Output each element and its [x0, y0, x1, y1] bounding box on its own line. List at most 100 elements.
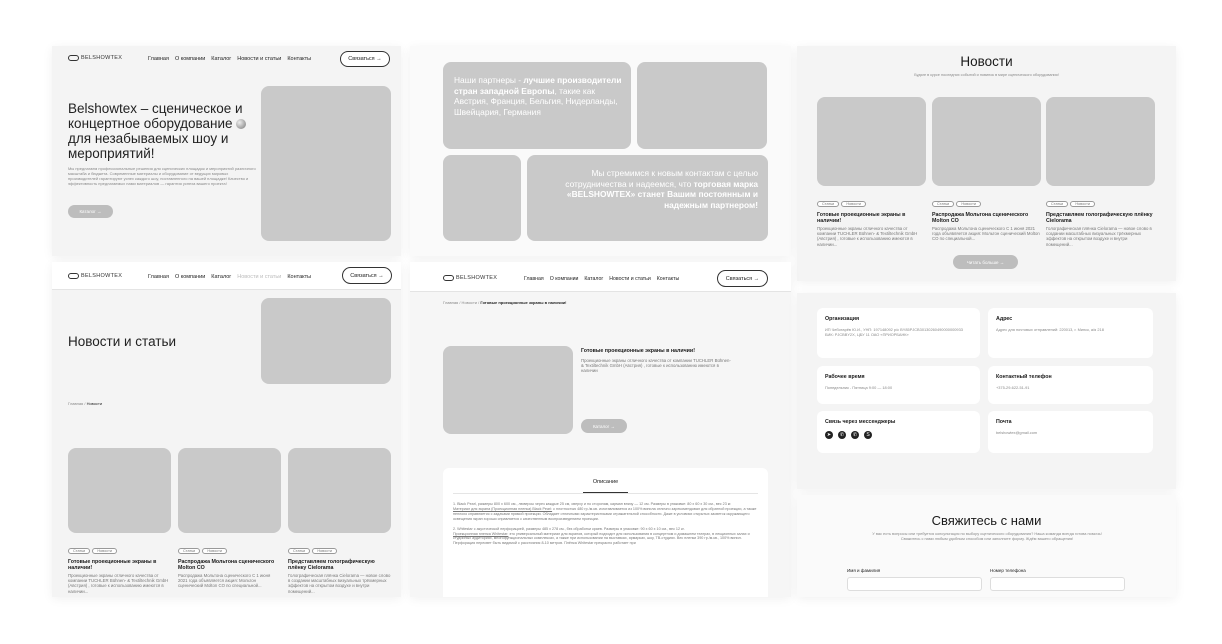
- breadcrumb: Главная / Новости / Готовые проекционные…: [443, 300, 566, 305]
- nav-contacts[interactable]: Контакты: [657, 276, 679, 282]
- viber-icon[interactable]: ✆: [838, 431, 846, 439]
- logo-icon: [443, 275, 454, 281]
- tag[interactable]: Статьи: [932, 201, 955, 207]
- form-text: У вас есть вопросы или требуется консуль…: [872, 531, 1102, 541]
- tag[interactable]: Новости: [202, 548, 228, 554]
- logo[interactable]: BELSHOWTEX: [68, 273, 122, 279]
- disco-ball-icon: [236, 119, 247, 129]
- material-link[interactable]: Материал для экрана (Проекционная пленка…: [453, 507, 552, 511]
- nav-catalog[interactable]: Каталог: [211, 274, 231, 280]
- page-banner-image: [261, 298, 391, 384]
- nav-catalog[interactable]: Каталог: [211, 56, 231, 62]
- email-link[interactable]: belshowtex@gmail.com: [996, 430, 1145, 436]
- tag[interactable]: Статьи: [68, 548, 91, 554]
- description-text: 1. Black Pearl, размеры 800 х 600 см., л…: [453, 502, 757, 546]
- hero-image: [261, 86, 391, 241]
- tab-description[interactable]: Описание: [443, 479, 768, 485]
- read-more-button[interactable]: Читать больше →: [953, 255, 1018, 269]
- email-card: Почта belshowtex@gmail.com: [988, 411, 1153, 453]
- news-card[interactable]: Статьи Новости Представляем голографическ…: [288, 448, 391, 594]
- nav-about[interactable]: О компании: [550, 276, 579, 282]
- nav-about[interactable]: О компании: [175, 56, 205, 62]
- news-card[interactable]: Статьи Новости Представляем голографическ…: [1046, 97, 1155, 247]
- article-image: [443, 346, 573, 434]
- material-link[interactable]: Проекционная пленка Whitestar:: [453, 532, 508, 536]
- catalog-button[interactable]: Каталог →: [581, 419, 627, 433]
- hero-title: Belshowtex – сценическое и концертное об…: [68, 101, 258, 161]
- partners-image: [637, 62, 767, 149]
- news-card-list: Статьи Новости Готовые проекционные экран…: [68, 448, 391, 597]
- name-input[interactable]: [847, 577, 982, 591]
- main-nav: Главная О компании Каталог Новости и ста…: [524, 276, 685, 282]
- breadcrumb: Главная / Новости: [68, 401, 102, 406]
- phone-label: Номер телефона: [990, 568, 1026, 573]
- breadcrumb-current: Новости: [86, 401, 103, 406]
- logo[interactable]: BELSHOWTEX: [443, 275, 497, 281]
- breadcrumb-path[interactable]: Главная / Новости /: [443, 300, 480, 305]
- name-label: Имя и фамилия: [847, 568, 881, 573]
- news-card-text: Проекционные экраны отличного качества о…: [68, 573, 169, 594]
- news-panel: Новости Будьте в курсе последних событий…: [797, 46, 1176, 281]
- tag[interactable]: Статьи: [1046, 201, 1069, 207]
- nav-news[interactable]: Новости и статьи: [609, 276, 651, 282]
- news-card-text: Голографическая плёнка Cielorama — новое…: [288, 573, 391, 594]
- organization-card: Организация ИП Чеботарёв Ю.И., УНП: 1971…: [817, 308, 980, 358]
- news-card-image: [288, 448, 391, 533]
- nav-news[interactable]: Новости и статьи: [237, 274, 281, 280]
- contact-button[interactable]: Связаться →: [340, 51, 390, 67]
- contact-form-panel: Свяжитесь с нами У вас есть вопросы или …: [797, 495, 1176, 597]
- article-title: Готовые проекционные экраны в наличии!: [581, 348, 695, 354]
- logo-icon: [68, 273, 79, 279]
- news-card-image: [68, 448, 171, 533]
- catalog-button[interactable]: Каталог →: [68, 205, 113, 218]
- phone-card: Контактный телефон +375-29-622-51-91: [988, 366, 1153, 404]
- news-title: Новости: [960, 54, 1013, 69]
- nav-home[interactable]: Главная: [524, 276, 544, 282]
- news-card-text: Проекционные экраны отличного качества о…: [817, 226, 918, 247]
- contact-button[interactable]: Связаться →: [717, 270, 768, 287]
- breadcrumb-home[interactable]: Главная /: [68, 401, 87, 406]
- working-hours-card: Рабочее время Понедельник - Пятница 9:00…: [817, 366, 980, 404]
- partners-text-block: Наши партнеры - лучшие производители стр…: [443, 62, 631, 149]
- news-card[interactable]: Статьи Новости Готовые проекционные экран…: [817, 97, 926, 247]
- tag[interactable]: Статьи: [178, 548, 201, 554]
- tag[interactable]: Новости: [956, 201, 982, 207]
- nav-contacts[interactable]: Контакты: [287, 56, 311, 62]
- telegram-icon[interactable]: ➤: [825, 431, 833, 439]
- nav-home[interactable]: Главная: [148, 56, 169, 62]
- tag[interactable]: Статьи: [817, 201, 840, 207]
- news-card-text: Распродажа Мольтона сценического C 1 июн…: [932, 226, 1040, 242]
- news-card-title: Готовые проекционные экраны в наличии!: [68, 559, 157, 571]
- skype-icon[interactable]: S: [864, 431, 872, 439]
- tag[interactable]: Новости: [841, 201, 867, 207]
- form-title: Свяжитесь с нами: [931, 513, 1042, 528]
- tag[interactable]: Новости: [312, 548, 338, 554]
- tag[interactable]: Новости: [1070, 201, 1096, 207]
- news-card-text: Голографическая плёнка Cielorama — новое…: [1046, 226, 1152, 247]
- news-card-title: Распродажа Мольтона сценического Molton …: [178, 559, 275, 571]
- nav-news[interactable]: Новости и статьи: [237, 56, 281, 62]
- goal-text-block: Мы стремимся к новым контактам с целью с…: [527, 155, 768, 241]
- whatsapp-icon[interactable]: ✆: [851, 431, 859, 439]
- hero-panel: BELSHOWTEX Главная О компании Каталог Но…: [52, 46, 401, 256]
- tag[interactable]: Статьи: [288, 548, 311, 554]
- contact-button[interactable]: Связаться →: [342, 267, 392, 284]
- contacts-panel: Организация ИП Чеботарёв Ю.И., УНП: 1971…: [797, 293, 1176, 489]
- tag[interactable]: Новости: [92, 548, 118, 554]
- phone-link[interactable]: +375-29-622-51-91: [996, 385, 1145, 391]
- news-card[interactable]: Статьи Новости Готовые проекционные экран…: [68, 448, 171, 594]
- news-card-text: Распродажа Мольтона сценического C 1 июн…: [178, 573, 271, 589]
- news-card[interactable]: Статьи Новости Распродажа Мольтона сценич…: [932, 97, 1041, 242]
- phone-input[interactable]: [990, 577, 1125, 591]
- news-card[interactable]: Статьи Новости Распродажа Мольтона сценич…: [178, 448, 281, 589]
- article-text: Проекционные экраны отличного качества о…: [581, 358, 731, 374]
- partners-image-2: [443, 155, 521, 241]
- logo[interactable]: BELSHOWTEX: [68, 55, 122, 61]
- nav-home[interactable]: Главная: [148, 274, 169, 280]
- tab-divider: [453, 493, 758, 494]
- hero-text: Мы предлагаем профессиональные решения д…: [68, 166, 256, 186]
- nav-contacts[interactable]: Контакты: [287, 274, 311, 280]
- page-title: Новости и статьи: [68, 334, 177, 349]
- nav-about[interactable]: О компании: [175, 274, 205, 280]
- nav-catalog[interactable]: Каталог: [584, 276, 603, 282]
